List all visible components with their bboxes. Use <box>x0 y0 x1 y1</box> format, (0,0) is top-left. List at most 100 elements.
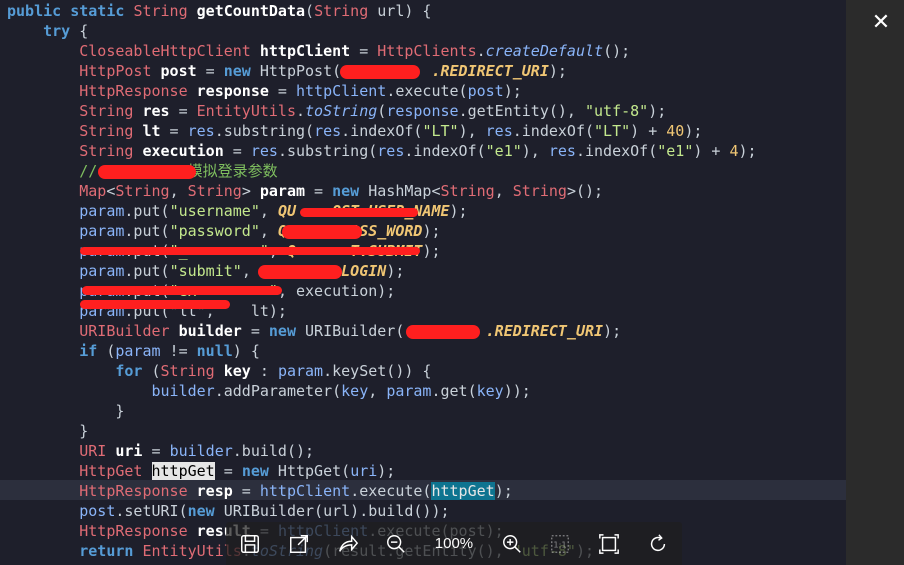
code-token: res <box>377 142 405 160</box>
code-token: if <box>79 342 98 360</box>
code-token: ), <box>521 142 549 160</box>
code-token: ); <box>449 202 468 220</box>
rotate-button[interactable] <box>643 529 673 559</box>
code-token: httpClient <box>296 82 387 100</box>
code-token: .setURI( <box>115 502 188 520</box>
zoom-out-button[interactable] <box>381 529 411 559</box>
code-token: ( <box>305 2 315 20</box>
close-button[interactable]: ✕ <box>866 8 896 38</box>
redaction-mark <box>282 225 362 239</box>
code-token: 4 <box>729 142 739 160</box>
code-token: res <box>187 122 215 140</box>
redaction-mark <box>340 65 420 79</box>
code-line: HttpGet httpGet = new HttpGet(uri); <box>7 461 757 481</box>
code-line: Map<String, String> param = new HashMap<… <box>7 181 757 201</box>
code-token: "utf-8" <box>585 102 649 120</box>
code-line: URIBuilder builder = new URIBuilder( .RE… <box>7 321 757 341</box>
code-token: param <box>79 222 125 240</box>
code-token: param <box>115 342 161 360</box>
code-token: .REDIRECT_URI <box>485 322 604 340</box>
code-token: , <box>259 222 278 240</box>
code-token: ) + <box>630 122 667 140</box>
svg-text:1:1: 1:1 <box>554 539 567 549</box>
export-button[interactable] <box>284 529 314 559</box>
code-line: HttpResponse response = httpClient.execu… <box>7 81 757 101</box>
code-token: .get( <box>431 382 477 400</box>
code-token: ( <box>97 342 116 360</box>
redaction-mark <box>300 208 418 217</box>
code-line: try { <box>7 21 757 41</box>
zoom-in-button[interactable] <box>497 529 527 559</box>
code-token: ( <box>377 102 387 120</box>
code-line: HttpResponse resp = httpClient.execute(h… <box>7 481 757 501</box>
code-token: ); <box>684 122 703 140</box>
code-token: URIBuilder <box>79 322 179 340</box>
code-token: new <box>241 462 269 480</box>
code-token: "LT" <box>422 122 459 140</box>
code-token: .indexOf( <box>575 142 658 160</box>
code-token: ); <box>548 62 567 80</box>
code-token: HashMap< <box>359 182 441 200</box>
code-line: String res = EntityUtils.toString(respon… <box>7 101 757 121</box>
redaction-mark <box>98 165 196 179</box>
code-token: httpClient <box>259 482 351 500</box>
code-token: .REDIRECT_URI <box>431 62 549 80</box>
code-token: return <box>79 542 134 560</box>
fit-screen-button[interactable] <box>594 529 624 559</box>
code-token: CloseableHttpClient <box>79 42 260 60</box>
code-token: String <box>79 102 143 120</box>
code-token: ); <box>494 482 513 500</box>
code-token: new <box>332 182 360 200</box>
code-token: = <box>268 82 296 100</box>
export-icon <box>290 534 308 553</box>
code-line: } <box>7 401 757 421</box>
code-token: HttpResponse <box>79 82 197 100</box>
code-token: = <box>223 142 251 160</box>
redaction-mark <box>80 247 420 255</box>
code-token: param <box>79 202 125 220</box>
code-token: .put( <box>124 222 170 240</box>
actual-size-button[interactable]: 1:1 <box>545 529 575 559</box>
code-screenshot-image: public static String getCountData(String… <box>0 0 846 565</box>
code-line: String execution = res.substring(res.ind… <box>7 141 756 161</box>
code-token: key <box>341 382 369 400</box>
code-line: if (param != null) { <box>7 341 757 361</box>
code-token: res <box>485 122 513 140</box>
code-token: : <box>250 362 278 380</box>
code-token: url) { <box>377 2 432 20</box>
code-token: = <box>350 42 378 60</box>
code-token: ); <box>648 102 667 120</box>
share-button[interactable] <box>333 529 363 559</box>
code-token: createDefault <box>485 42 604 60</box>
code-token: .indexOf( <box>404 142 486 160</box>
code-token: "e1" <box>485 142 522 160</box>
code-token: key <box>223 362 251 380</box>
code-token: .put( <box>124 262 170 280</box>
code-token: )); <box>503 382 531 400</box>
code-token: "e1" <box>657 142 694 160</box>
code-token: builder <box>169 442 233 460</box>
code-token: post <box>467 82 504 100</box>
code-line: URI uri = builder.build(); <box>7 441 757 461</box>
redaction-mark <box>258 265 342 279</box>
code-token: ) { <box>232 342 260 360</box>
code-block: public static String getCountData(String… <box>7 1 757 561</box>
code-token: new <box>268 322 296 340</box>
code-token: >(); <box>566 182 604 200</box>
code-token: . <box>296 102 306 120</box>
code-token: .indexOf( <box>512 122 595 140</box>
code-token: } <box>7 402 125 420</box>
code-token: > <box>241 182 260 200</box>
code-token: = <box>196 62 224 80</box>
code-token: toString <box>305 102 378 120</box>
save-button[interactable] <box>235 529 265 559</box>
code-token: public static <box>7 2 134 20</box>
